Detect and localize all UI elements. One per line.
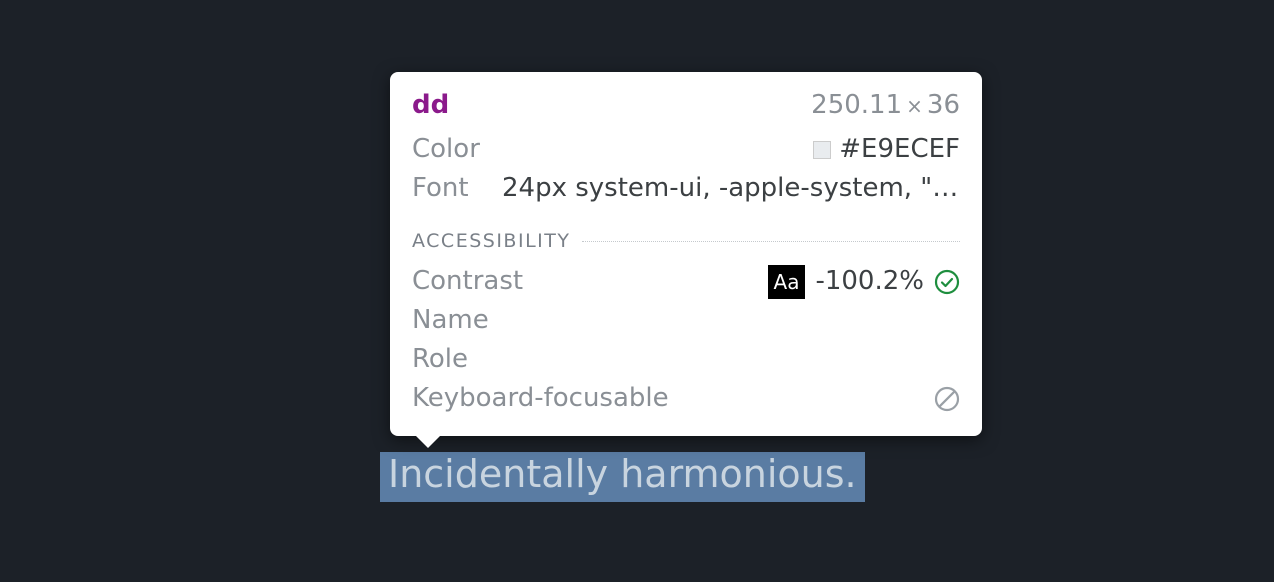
check-circle-icon xyxy=(934,269,960,295)
not-available-icon xyxy=(934,386,960,412)
color-swatch-icon xyxy=(813,141,831,159)
contrast-label: Contrast xyxy=(412,262,768,301)
color-value: #E9ECEF xyxy=(839,130,960,169)
contrast-value: -100.2% xyxy=(815,262,924,301)
font-value: 24px system-ui, -apple-system, "Segoe… xyxy=(502,169,960,208)
keyboard-focusable-value xyxy=(934,386,960,412)
font-label: Font xyxy=(412,169,502,208)
element-tag-name: dd xyxy=(412,90,449,120)
dimension-height: 36 xyxy=(927,90,960,120)
color-property-row: Color #E9ECEF xyxy=(412,130,960,169)
dimension-separator: × xyxy=(906,94,923,118)
contrast-value-wrap: Aa -100.2% xyxy=(768,262,960,301)
font-property-row: Font 24px system-ui, -apple-system, "Seg… xyxy=(412,169,960,208)
dimension-width: 250.11 xyxy=(811,90,902,120)
color-value-wrap: #E9ECEF xyxy=(813,130,960,169)
role-label: Role xyxy=(412,340,960,379)
element-inspector-tooltip: dd 250.11×36 Color #E9ECEF Font 24px sys… xyxy=(390,72,982,436)
color-label: Color xyxy=(412,130,480,169)
contrast-row: Contrast Aa -100.2% xyxy=(412,262,960,301)
keyboard-focusable-label: Keyboard-focusable xyxy=(412,379,934,418)
tooltip-header: dd 250.11×36 xyxy=(412,90,960,120)
name-label: Name xyxy=(412,301,960,340)
role-row: Role xyxy=(412,340,960,379)
inspected-element-highlight: Incidentally harmonious. xyxy=(380,452,865,502)
element-dimensions: 250.11×36 xyxy=(811,90,960,120)
accessibility-section-header: ACCESSIBILITY xyxy=(412,230,960,252)
keyboard-focusable-row: Keyboard-focusable xyxy=(412,379,960,418)
section-divider-line xyxy=(582,241,960,242)
name-row: Name xyxy=(412,301,960,340)
accessibility-title: ACCESSIBILITY xyxy=(412,230,570,252)
contrast-sample-badge: Aa xyxy=(768,265,806,299)
